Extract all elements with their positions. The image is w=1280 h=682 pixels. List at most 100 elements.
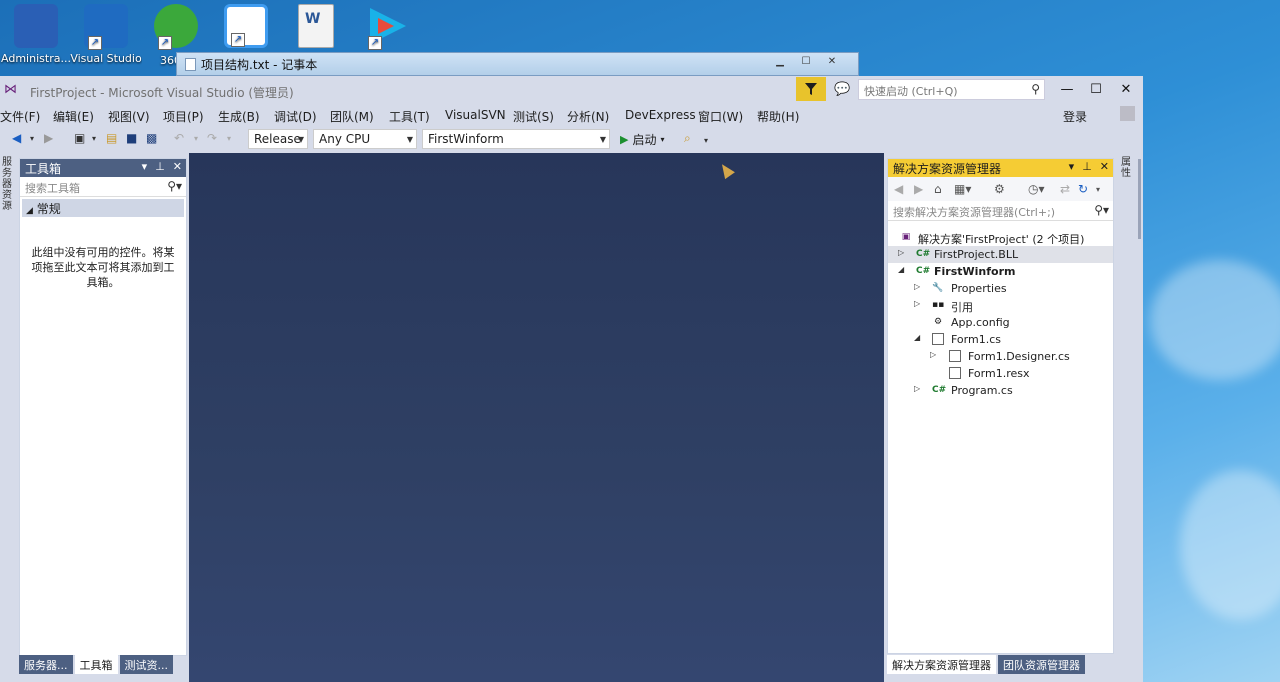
tab-server-explorer[interactable]: 服务器... bbox=[19, 655, 73, 674]
maximize-button[interactable]: ☐ bbox=[1081, 80, 1111, 100]
menu-view[interactable]: 视图(V) bbox=[108, 108, 150, 125]
desktop-icon-player[interactable]: ↗ bbox=[350, 4, 422, 52]
pin-icon[interactable]: ⊥ bbox=[1082, 160, 1092, 173]
server-explorer-strip[interactable]: 服务器资源 bbox=[0, 153, 17, 682]
notepad-maximize-button[interactable]: ☐ bbox=[793, 54, 819, 69]
expand-triangle-icon[interactable]: ▷ bbox=[898, 248, 904, 257]
tree-item-app-config[interactable]: ⚙ App.config bbox=[888, 314, 1113, 331]
refresh-icon[interactable]: ↻ bbox=[1078, 182, 1088, 196]
menu-window[interactable]: 窗口(W) bbox=[698, 108, 743, 125]
collapse-triangle-icon[interactable]: ◢ bbox=[914, 333, 920, 342]
home-icon[interactable]: ⌂ bbox=[934, 182, 942, 196]
properties-tab[interactable]: 属性 bbox=[1121, 157, 1133, 179]
save-icon[interactable]: ■ bbox=[126, 131, 137, 145]
notepad-minimize-button[interactable]: ▁ bbox=[767, 54, 793, 69]
tree-item-firstproject-bll[interactable]: ▷ C# FirstProject.BLL bbox=[888, 246, 1113, 263]
undo-dropdown-icon[interactable]: ▾ bbox=[194, 134, 198, 143]
startup-project-select[interactable]: FirstWinform ▼ bbox=[422, 129, 610, 149]
desktop-icon-vscode[interactable]: ↗ Visual Studio Code bbox=[70, 4, 142, 66]
close-icon[interactable]: ✕ bbox=[173, 160, 182, 173]
expand-triangle-icon[interactable]: ▷ bbox=[914, 299, 920, 308]
tab-solution-explorer[interactable]: 解决方案资源管理器 bbox=[887, 655, 996, 674]
shortcut-arrow-icon: ↗ bbox=[231, 33, 245, 47]
menu-analyze[interactable]: 分析(N) bbox=[567, 108, 609, 125]
menu-devexpress[interactable]: DevExpress bbox=[625, 108, 696, 122]
minimize-button[interactable]: — bbox=[1052, 80, 1082, 100]
toolbox-group-general[interactable]: ◢ 常规 bbox=[22, 199, 184, 217]
menu-team[interactable]: 团队(M) bbox=[330, 108, 374, 125]
menu-edit[interactable]: 编辑(E) bbox=[53, 108, 94, 125]
open-file-icon[interactable]: ▤ bbox=[106, 131, 117, 145]
tab-test-explorer[interactable]: 测试资... bbox=[119, 655, 173, 674]
tree-item-firstwinform[interactable]: ◢ C# FirstWinform bbox=[888, 263, 1113, 280]
navigate-back-icon[interactable]: ◀ bbox=[12, 131, 21, 145]
menu-build[interactable]: 生成(B) bbox=[218, 108, 260, 125]
tree-item-solution[interactable]: ▣ 解决方案'FirstProject' (2 个项目) bbox=[888, 229, 1113, 246]
back-dropdown-icon[interactable]: ▾ bbox=[30, 134, 34, 143]
expand-triangle-icon[interactable]: ▷ bbox=[914, 384, 920, 393]
tree-item-form1-resx[interactable]: Form1.resx bbox=[888, 365, 1113, 382]
menu-tools[interactable]: 工具(T) bbox=[389, 108, 430, 125]
feedback-icon[interactable]: 💬 bbox=[834, 82, 850, 97]
notifications-filter-button[interactable] bbox=[796, 77, 826, 101]
desktop-icon-administrator[interactable]: Administra... bbox=[0, 4, 72, 65]
toolbox-search-input[interactable]: 搜索工具箱 ⚲▾ bbox=[20, 177, 186, 197]
editor-area[interactable] bbox=[189, 153, 884, 682]
close-icon[interactable]: ✕ bbox=[1100, 160, 1109, 173]
solution-configuration-select[interactable]: Release ▼ bbox=[248, 129, 308, 149]
expand-triangle-icon[interactable]: ▷ bbox=[914, 282, 920, 291]
user-avatar-icon[interactable] bbox=[1120, 106, 1135, 121]
quick-launch-input[interactable]: 快速启动 (Ctrl+Q) ⚲ bbox=[858, 79, 1045, 100]
menu-help[interactable]: 帮助(H) bbox=[757, 108, 799, 125]
tab-team-explorer[interactable]: 团队资源管理器 bbox=[998, 655, 1085, 674]
new-project-dropdown-icon[interactable]: ▾ bbox=[92, 134, 96, 143]
dropdown-icon[interactable]: ▾ bbox=[1069, 160, 1075, 173]
properties-strip[interactable]: 属性 bbox=[1117, 153, 1143, 682]
menu-debug[interactable]: 调试(D) bbox=[274, 108, 317, 125]
pin-icon[interactable]: ⊥ bbox=[155, 160, 165, 173]
play-icon: ▶ bbox=[620, 133, 629, 146]
notepad-close-button[interactable]: ✕ bbox=[819, 54, 845, 69]
new-project-icon[interactable]: ▣ bbox=[74, 131, 85, 145]
sync-icon[interactable]: ⇄ bbox=[1060, 182, 1070, 196]
sign-in-link[interactable]: 登录 bbox=[1063, 108, 1087, 125]
find-in-files-icon[interactable]: ⌕ bbox=[684, 131, 691, 146]
undo-icon[interactable]: ↶ bbox=[174, 131, 184, 145]
switch-views-icon[interactable]: ▦▾ bbox=[954, 182, 971, 196]
forward-icon[interactable]: ▶ bbox=[914, 182, 923, 196]
tree-item-form1[interactable]: ◢ Form1.cs bbox=[888, 331, 1113, 348]
redo-icon[interactable]: ↷ bbox=[207, 131, 217, 145]
notepad-window[interactable]: 项目结构.txt - 记事本 ▁ ☐ ✕ bbox=[176, 52, 859, 76]
tree-item-references[interactable]: ▷ ▪▪ 引用 bbox=[888, 297, 1113, 314]
cs-file-icon bbox=[949, 350, 961, 362]
server-explorer-tab[interactable]: 服务器资源 bbox=[2, 157, 14, 212]
solution-platform-select[interactable]: Any CPU ▼ bbox=[313, 129, 417, 149]
tree-item-properties[interactable]: ▷ 🔧 Properties bbox=[888, 280, 1113, 297]
tree-item-program[interactable]: ▷ C# Program.cs bbox=[888, 382, 1113, 399]
collapse-triangle-icon[interactable]: ◢ bbox=[898, 265, 904, 274]
menu-visualsvn[interactable]: VisualSVN bbox=[445, 108, 506, 122]
dropdown-icon[interactable]: ▾ bbox=[142, 160, 148, 173]
navigate-forward-icon[interactable]: ▶ bbox=[44, 131, 53, 145]
menu-test[interactable]: 测试(S) bbox=[513, 108, 554, 125]
expand-triangle-icon[interactable]: ▷ bbox=[930, 350, 936, 359]
redo-dropdown-icon[interactable]: ▾ bbox=[227, 134, 231, 143]
close-button[interactable]: ✕ bbox=[1111, 80, 1141, 100]
back-icon[interactable]: ◀ bbox=[894, 182, 903, 196]
shortcut-arrow-icon: ↗ bbox=[368, 36, 382, 50]
desktop-icon-word[interactable]: W bbox=[280, 4, 352, 52]
toolbox-search-placeholder: 搜索工具箱 bbox=[25, 182, 80, 195]
tab-toolbox[interactable]: 工具箱 bbox=[74, 655, 118, 674]
tree-item-form1-designer[interactable]: ▷ Form1.Designer.cs bbox=[888, 348, 1113, 365]
solution-explorer-search-input[interactable]: 搜索解决方案资源管理器(Ctrl+;) ⚲▾ bbox=[888, 201, 1113, 221]
history-icon[interactable]: ◷▾ bbox=[1028, 182, 1045, 196]
pending-changes-icon[interactable]: ⚙ bbox=[994, 182, 1005, 196]
start-debugging-button[interactable]: ▶ 启动 ▾ bbox=[620, 131, 665, 148]
toolbar-overflow-icon[interactable]: ▾ bbox=[704, 136, 708, 145]
desktop-icon-baidu-pan[interactable]: ↗ bbox=[210, 4, 282, 52]
toolbar-overflow-icon[interactable]: ▾ bbox=[1096, 185, 1100, 194]
save-all-icon[interactable]: ▩ bbox=[146, 131, 157, 145]
scrollbar[interactable] bbox=[1138, 159, 1141, 239]
menu-project[interactable]: 项目(P) bbox=[163, 108, 204, 125]
menu-file[interactable]: 文件(F) bbox=[0, 108, 40, 125]
